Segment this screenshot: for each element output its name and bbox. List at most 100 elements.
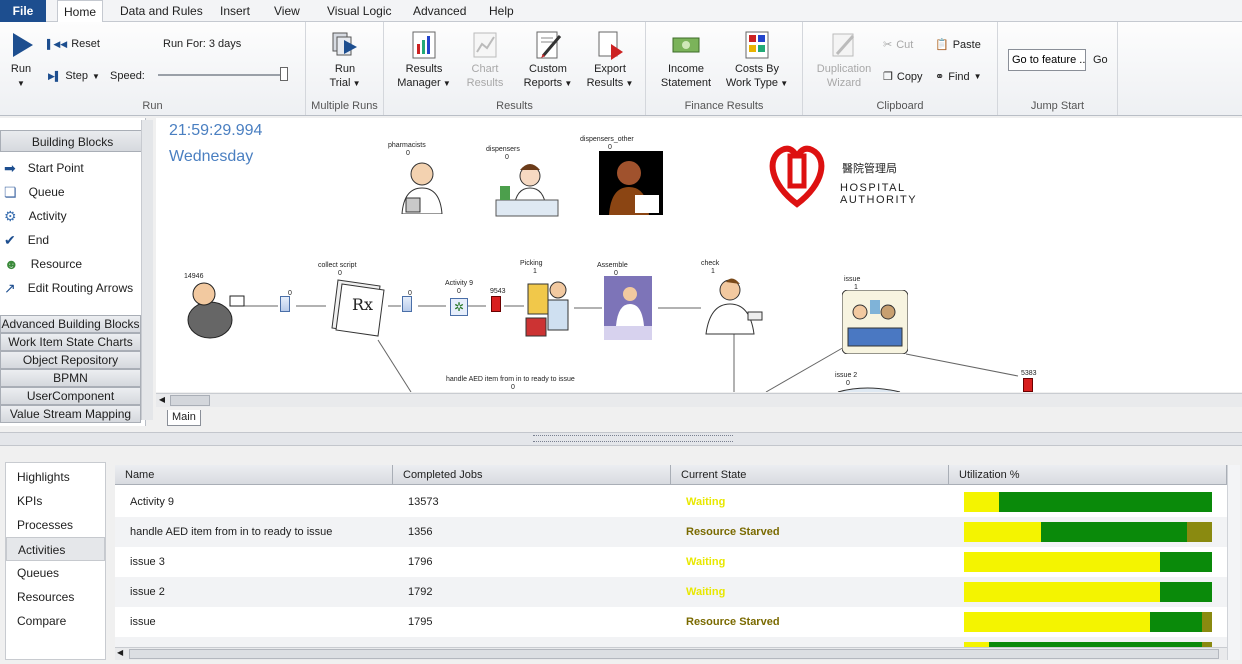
patient-start-icon[interactable] (184, 280, 246, 340)
assemble-icon[interactable] (604, 276, 652, 340)
palette-resource[interactable]: ☻ Resource (0, 252, 145, 276)
palette-edit-routing-arrows[interactable]: ↗ Edit Routing Arrows (0, 276, 145, 300)
dispenser-other-icon[interactable] (599, 151, 663, 215)
tab-insert[interactable]: Insert (214, 0, 256, 22)
column-header-completed-jobs[interactable]: Completed Jobs (393, 465, 671, 485)
nav-queues[interactable]: Queues (6, 561, 105, 585)
grid-scroll-left-icon[interactable]: ◀ (117, 648, 123, 657)
income-statement-button[interactable]: Income Statement (658, 30, 714, 90)
speed-slider[interactable] (158, 67, 288, 81)
reset-button[interactable]: ▌◀◀ Reset (47, 38, 100, 50)
table-row[interactable]: issue 1795 Resource Starved (115, 607, 1227, 637)
end-1[interactable] (491, 296, 501, 312)
cut-button[interactable]: ✂ Cut (883, 38, 913, 52)
tab-visual-logic[interactable]: Visual Logic (321, 0, 398, 22)
issue-2-icon[interactable] (836, 386, 902, 392)
column-header-name[interactable]: Name (115, 465, 393, 485)
table-row[interactable]: issue 2 1792 Waiting (115, 577, 1227, 607)
tab-advanced[interactable]: Advanced (407, 0, 472, 22)
canvas-scroll-thumb[interactable] (170, 395, 210, 406)
file-menu[interactable]: File (0, 0, 46, 22)
palette-queue[interactable]: ❏ Queue (0, 180, 145, 204)
run-group: Run ▼ ▌◀◀ Reset ▶▌ Step ▼ Run For: 3 days Sp… (0, 22, 306, 115)
table-row[interactable]: issue 3 1796 Waiting (115, 547, 1227, 577)
tab-help[interactable]: Help (483, 0, 520, 22)
palette-activity[interactable]: ⚙ Activity (0, 204, 145, 228)
results-manager-button[interactable]: Results Manager ▼ (396, 30, 452, 91)
jump-start-input[interactable] (1008, 49, 1086, 71)
costs-by-work-type-button[interactable]: Costs By Work Type ▼ (724, 30, 790, 91)
utilization-segment (1150, 612, 1202, 632)
table-row[interactable]: Activity 9 13573 Waiting (115, 487, 1227, 517)
palette-advanced-building-blocks[interactable]: Advanced Building Blocks (0, 315, 141, 333)
export-results-button[interactable]: Export Results ▼ (582, 30, 638, 91)
nav-compare[interactable]: Compare (6, 609, 105, 633)
palette-end[interactable]: ✔ End (0, 228, 145, 252)
splitter-grip[interactable] (533, 435, 733, 442)
utilization-segment (964, 492, 999, 512)
nav-resources[interactable]: Resources (6, 585, 105, 609)
activity-9-node[interactable]: ✲ (450, 298, 468, 316)
results-group-label: Results (496, 100, 533, 112)
speed-label: Speed: (110, 70, 145, 82)
panel-splitter[interactable] (0, 432, 1242, 446)
nav-kpis[interactable]: KPIs (6, 489, 105, 513)
nav-processes[interactable]: Processes (6, 513, 105, 537)
tab-data-and-rules[interactable]: Data and Rules (114, 0, 209, 22)
utilization-bar (964, 552, 1212, 572)
palette-start-point[interactable]: ➡ Start Point (0, 156, 145, 180)
chart-results-icon (473, 32, 497, 58)
step-button[interactable]: ▶▌ Step ▼ (48, 70, 100, 82)
speed-slider-thumb[interactable] (280, 67, 288, 81)
grid-scroll-thumb[interactable] (129, 649, 1219, 659)
column-header-utilization[interactable]: Utilization % (949, 465, 1227, 485)
custom-reports-icon (536, 31, 562, 59)
tab-main[interactable]: Main (167, 410, 201, 426)
activity-9-count: 0 (457, 288, 461, 295)
building-blocks-header[interactable]: Building Blocks (0, 130, 145, 152)
check-pharmacist-icon[interactable] (696, 276, 766, 336)
end-2[interactable] (1023, 378, 1033, 392)
palette-scrollbar[interactable] (141, 120, 153, 420)
paste-button[interactable]: 📋 Paste (935, 38, 981, 52)
run-for-label[interactable]: Run For: 3 days (163, 38, 241, 50)
find-button[interactable]: ⚭ Find ▼ (935, 70, 982, 84)
column-header-current-state[interactable]: Current State (671, 465, 949, 485)
nav-highlights[interactable]: Highlights (6, 465, 105, 489)
custom-reports-button[interactable]: Custom Reports ▼ (520, 30, 576, 91)
cell-current-state: Waiting (686, 496, 726, 508)
tab-view[interactable]: View (268, 0, 306, 22)
picking-icon[interactable] (524, 274, 574, 338)
duplication-wizard-button[interactable]: Duplication Wizard (813, 30, 875, 90)
queue-2[interactable] (402, 296, 412, 312)
dispenser-icon[interactable] (494, 160, 560, 218)
utilization-segment (964, 612, 1150, 632)
palette-work-item-state-charts[interactable]: Work Item State Charts (0, 333, 141, 351)
palette-value-stream-mapping[interactable]: Value Stream Mapping (0, 405, 141, 423)
check-label: check (701, 260, 720, 267)
palette-usercomponent[interactable]: UserComponent (0, 387, 141, 405)
copy-button[interactable]: ❐ Copy (883, 70, 923, 84)
chart-results-button[interactable]: Chart Results (460, 30, 510, 90)
table-row[interactable]: handle AED item from in to ready to issu… (115, 517, 1227, 547)
pharmacist-icon[interactable] (398, 158, 446, 214)
utilization-segment (964, 582, 1160, 602)
palette-object-repository[interactable]: Object Repository (0, 351, 141, 369)
run-button[interactable]: Run ▼ (4, 30, 38, 91)
export-results-icon (598, 31, 623, 60)
tab-home[interactable]: Home (57, 0, 104, 23)
grid-vertical-scrollbar[interactable] (1227, 465, 1240, 660)
canvas-horizontal-scrollbar[interactable]: ◀ (156, 393, 1242, 407)
clipboard-group: Duplication Wizard ✂ Cut ❐ Copy 📋 Paste ⚭ Fin… (803, 22, 998, 115)
issue-counter-icon[interactable] (842, 290, 908, 354)
nav-activities[interactable]: Activities (6, 537, 105, 561)
table-row[interactable] (115, 637, 1227, 647)
prescription-icon[interactable]: Rx (328, 276, 390, 338)
go-button[interactable]: Go (1093, 54, 1108, 66)
scroll-left-icon[interactable]: ◀ (156, 395, 168, 406)
grid-horizontal-scrollbar[interactable]: ◀ (115, 647, 1227, 660)
queue-1[interactable] (280, 296, 290, 312)
palette-bpmn[interactable]: BPMN (0, 369, 141, 387)
model-canvas[interactable]: 21:59:29.994 Wednesday pharmacists 0 dis… (156, 118, 1242, 392)
run-trial-button[interactable]: Run Trial ▼ (324, 30, 366, 91)
